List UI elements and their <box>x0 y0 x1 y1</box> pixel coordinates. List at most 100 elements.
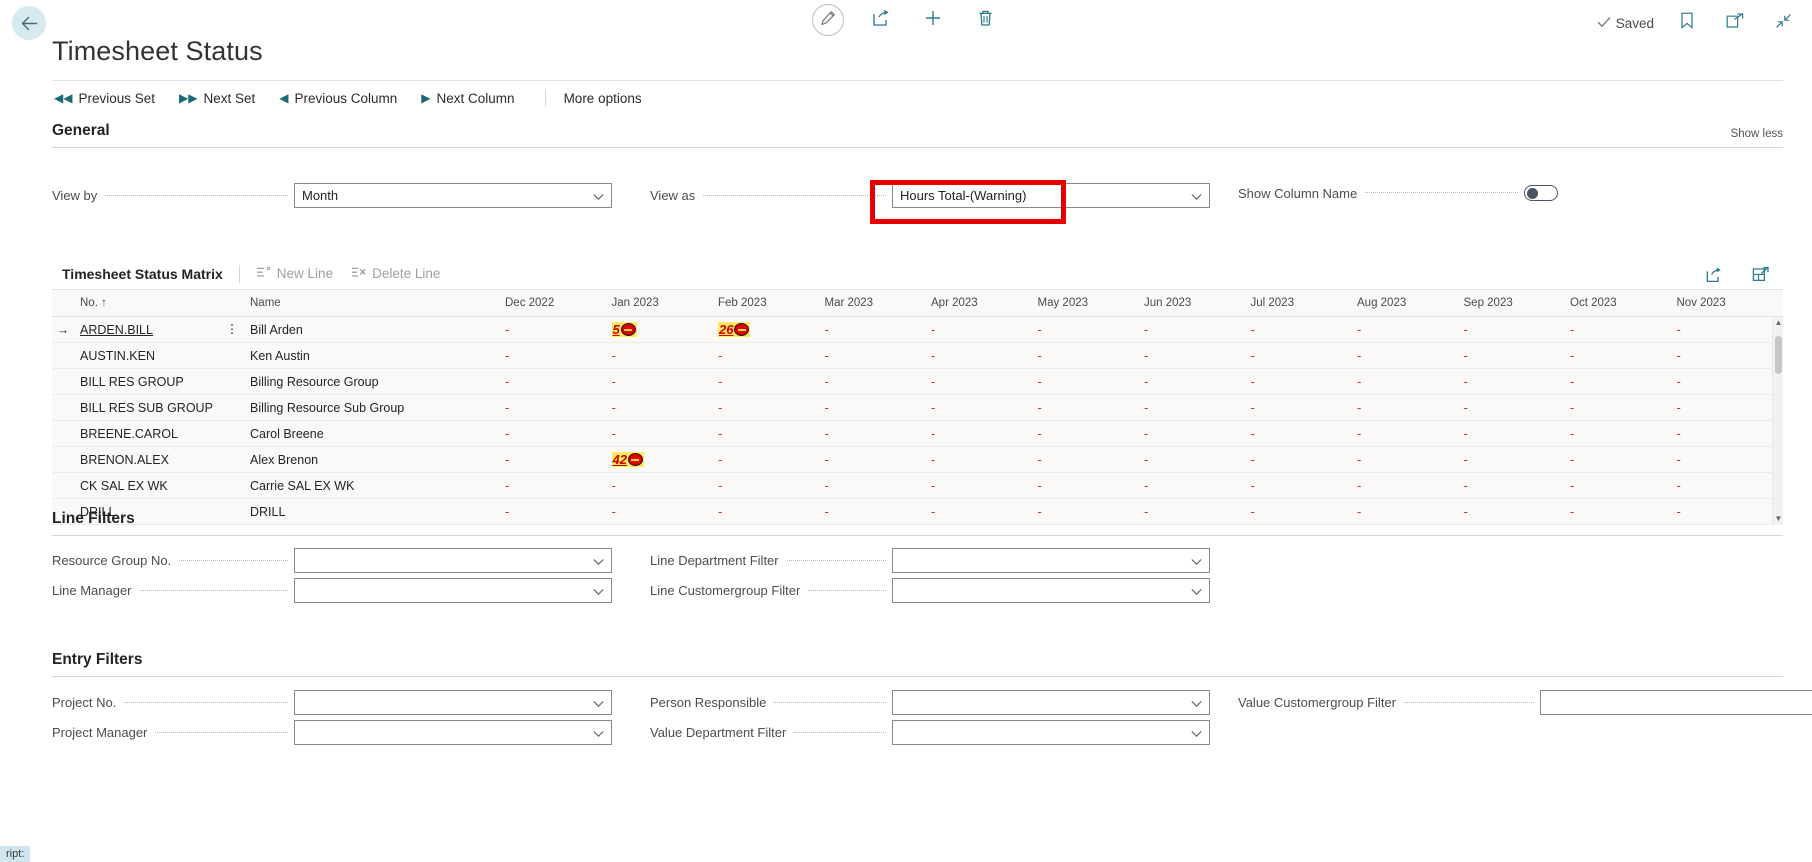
cell-month-value[interactable]: - <box>1250 446 1357 473</box>
cell-month-value[interactable]: - <box>1570 316 1677 343</box>
cell-no[interactable]: BRENON.ALEX <box>80 446 220 473</box>
cell-month-value[interactable]: - <box>931 472 1038 499</box>
cell-name[interactable]: Ken Austin <box>250 342 505 369</box>
cell-month-value[interactable]: - <box>1144 368 1251 395</box>
cell-month-value[interactable]: - <box>1570 394 1677 421</box>
cell-month-value[interactable]: - <box>931 420 1038 447</box>
bookmark-button[interactable] <box>1672 8 1702 38</box>
cell-month-value[interactable]: - <box>1144 420 1251 447</box>
scrollbar-thumb[interactable] <box>1775 336 1782 374</box>
cell-month-value[interactable]: - <box>1250 394 1357 421</box>
row-menu-button[interactable] <box>220 446 250 473</box>
cell-no[interactable]: CK SAL EX WK <box>80 472 220 499</box>
row-menu-button[interactable] <box>220 342 250 369</box>
column-header-sep-2023[interactable]: Sep 2023 <box>1463 290 1570 317</box>
cell-month-value[interactable]: - <box>931 368 1038 395</box>
matrix-share-button[interactable] <box>1699 262 1729 292</box>
cell-month-value[interactable]: - <box>1250 420 1357 447</box>
column-header-oct-2023[interactable]: Oct 2023 <box>1570 290 1677 317</box>
cell-month-value[interactable]: - <box>611 394 718 421</box>
next-set-button[interactable]: ▶▶ Next Set <box>177 87 267 110</box>
cell-month-value[interactable]: - <box>1037 316 1144 343</box>
value-department-filter-select[interactable] <box>892 720 1210 745</box>
row-menu-button[interactable] <box>220 420 250 447</box>
row-menu-button[interactable] <box>220 472 250 499</box>
row-menu-button[interactable]: ⋮ <box>220 316 250 343</box>
line-manager-select[interactable] <box>294 578 612 603</box>
cell-month-value[interactable]: - <box>931 342 1038 369</box>
cell-month-value[interactable]: - <box>1250 368 1357 395</box>
cell-month-value[interactable]: - <box>505 420 612 447</box>
view-as-select[interactable]: Hours Total-(Warning) <box>892 183 1210 208</box>
cell-no[interactable]: AUSTIN.KEN <box>80 342 220 369</box>
cell-month-value[interactable]: - <box>1037 472 1144 499</box>
cell-month-value[interactable]: - <box>1144 316 1251 343</box>
cell-month-value[interactable]: - <box>824 472 931 499</box>
column-header-mar-2023[interactable]: Mar 2023 <box>824 290 931 317</box>
cell-month-value[interactable]: - <box>611 472 718 499</box>
previous-set-button[interactable]: ◀◀ Previous Set <box>52 87 167 110</box>
table-row[interactable]: BRENON.ALEX Alex Brenon -42- - - - - - - - - - <box>52 446 1783 473</box>
cell-month-value[interactable]: - <box>1250 316 1357 343</box>
cell-month-value[interactable]: - <box>1037 420 1144 447</box>
table-row[interactable]: BILL RES SUB GROUP Billing Resource Sub G… <box>52 394 1783 421</box>
cell-name[interactable]: Billing Resource Sub Group <box>250 394 505 421</box>
cell-no[interactable]: BILL RES GROUP <box>80 368 220 395</box>
next-column-button[interactable]: ▶ Next Column <box>419 87 526 110</box>
open-in-new-window-button[interactable] <box>1720 8 1750 38</box>
cell-month-value[interactable]: - <box>505 446 612 473</box>
cell-month-value[interactable]: - <box>1037 446 1144 473</box>
table-row[interactable]: → ARDEN.BILL ⋮ Bill Arden -5 26- - - - - - - - - <box>52 316 1783 343</box>
line-department-filter-select[interactable] <box>892 548 1210 573</box>
cell-name[interactable]: Alex Brenon <box>250 446 505 473</box>
more-options-button[interactable]: More options <box>564 91 642 106</box>
cell-month-value[interactable]: - <box>718 368 825 395</box>
show-column-name-toggle[interactable] <box>1524 185 1558 201</box>
new-button[interactable] <box>918 5 948 35</box>
cell-no[interactable]: BREENE.CAROL <box>80 420 220 447</box>
cell-month-value[interactable]: - <box>931 316 1038 343</box>
cell-month-value[interactable]: - <box>1357 472 1464 499</box>
cell-month-value[interactable]: - <box>931 394 1038 421</box>
cell-month-value[interactable]: 26 <box>718 316 825 343</box>
cell-month-value[interactable]: - <box>1463 368 1570 395</box>
column-header-dec-2022[interactable]: Dec 2022 <box>505 290 612 317</box>
delete-button[interactable] <box>970 5 1000 35</box>
cell-month-value[interactable]: - <box>1676 394 1783 421</box>
cell-month-value[interactable]: - <box>824 446 931 473</box>
cell-month-value[interactable]: - <box>1676 472 1783 499</box>
cell-month-value[interactable]: - <box>1463 342 1570 369</box>
open-in-excel-button[interactable] <box>1745 262 1775 292</box>
column-header-nov-2023[interactable]: Nov 2023 <box>1676 290 1783 317</box>
cell-month-value[interactable]: - <box>1357 316 1464 343</box>
cell-month-value[interactable]: - <box>505 394 612 421</box>
delete-line-button[interactable]: Delete Line <box>351 266 440 282</box>
cell-month-value[interactable]: - <box>1676 420 1783 447</box>
cell-month-value[interactable]: - <box>718 420 825 447</box>
cell-month-value[interactable]: - <box>1357 394 1464 421</box>
cell-month-value[interactable]: - <box>718 394 825 421</box>
cell-month-value[interactable]: - <box>1037 368 1144 395</box>
matrix-vertical-scrollbar[interactable]: ▲ ▼ <box>1772 318 1783 525</box>
cell-month-value[interactable]: - <box>718 342 825 369</box>
cell-month-value[interactable]: - <box>1144 394 1251 421</box>
share-button[interactable] <box>866 5 896 35</box>
previous-column-button[interactable]: ◀ Previous Column <box>277 87 409 110</box>
cell-name[interactable]: Carol Breene <box>250 420 505 447</box>
value-customergroup-filter-select[interactable] <box>1540 690 1812 715</box>
cell-month-value[interactable]: - <box>1676 368 1783 395</box>
cell-month-value[interactable]: - <box>824 394 931 421</box>
back-button[interactable] <box>12 6 46 40</box>
cell-month-value[interactable]: - <box>1357 420 1464 447</box>
cell-month-value[interactable]: - <box>1570 420 1677 447</box>
cell-month-value[interactable]: - <box>1676 446 1783 473</box>
cell-month-value[interactable]: - <box>1676 316 1783 343</box>
table-row[interactable]: CK SAL EX WK Carrie SAL EX WK - - - - - - - - - - - - <box>52 472 1783 499</box>
cell-month-value[interactable]: 5 <box>611 316 718 343</box>
cell-month-value[interactable]: - <box>718 472 825 499</box>
cell-name[interactable]: Bill Arden <box>250 316 505 343</box>
cell-name[interactable]: Carrie SAL EX WK <box>250 472 505 499</box>
cell-no[interactable]: ARDEN.BILL <box>80 316 220 343</box>
scroll-up-icon[interactable]: ▲ <box>1773 318 1784 327</box>
cell-month-value[interactable]: - <box>1676 342 1783 369</box>
